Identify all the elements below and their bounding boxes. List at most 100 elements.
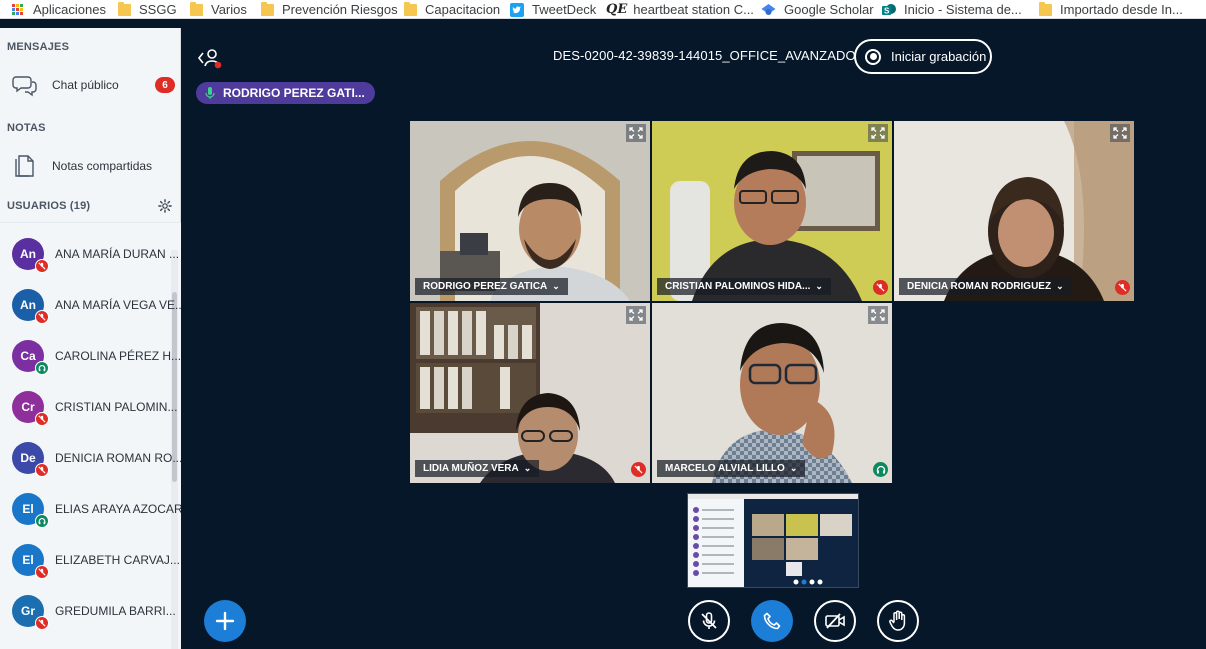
video-tile[interactable]: CRISTIAN PALOMINOS HIDA... ⌄ <box>652 121 892 301</box>
main-area: DES-0200-42-39839-144015_OFFICE_AVANZADO… <box>181 28 1206 649</box>
participant-name-text: LIDIA MUÑOZ VERA <box>423 463 519 474</box>
toggle-userlist-icon[interactable] <box>197 47 223 69</box>
participant-name-text: CRISTIAN PALOMINOS HIDA... <box>665 281 811 292</box>
user-list-item[interactable]: Cr CRISTIAN PALOMIN... <box>0 391 177 437</box>
users-section-title: USUARIOS (19) <box>7 200 91 212</box>
video-tile[interactable]: DENICIA ROMAN RODRIGUEZ ⌄ <box>894 121 1134 301</box>
raise-hand-icon <box>889 610 906 631</box>
participant-name[interactable]: RODRIGO PEREZ GATICA ⌄ <box>415 278 568 295</box>
camera-off-icon <box>825 613 845 629</box>
muted-mic-icon <box>35 463 49 477</box>
user-name: ANA MARÍA DURAN ... <box>55 247 180 261</box>
video-tile[interactable]: MARCELO ALVIAL LILLO ⌄ <box>652 303 892 483</box>
video-tile[interactable]: RODRIGO PEREZ GATICA ⌄ <box>410 121 650 301</box>
gear-icon[interactable] <box>158 199 172 213</box>
video-feed <box>652 303 892 483</box>
bookmark-capacitacion[interactable]: Capacitacion <box>404 0 500 19</box>
muted-mic-icon <box>35 412 49 426</box>
participant-name[interactable]: MARCELO ALVIAL LILLO ⌄ <box>657 460 806 477</box>
mute-button[interactable] <box>688 600 730 642</box>
record-label: Iniciar grabación <box>891 49 987 64</box>
scholar-icon <box>761 3 776 15</box>
shared-notes-item[interactable]: Notas compartidas <box>0 149 181 183</box>
bookmark-scholar[interactable]: Google Scholar <box>761 0 874 19</box>
headphones-icon <box>35 361 49 375</box>
participant-name[interactable]: DENICIA ROMAN RODRIGUEZ ⌄ <box>899 278 1072 295</box>
microphone-icon <box>205 87 215 99</box>
bookmark-apps[interactable]: Aplicaciones <box>12 0 106 19</box>
mic-muted-icon <box>701 612 717 629</box>
bookmark-ssgg[interactable]: SSGG <box>118 0 177 19</box>
bookmark-label: TweetDeck <box>532 2 597 17</box>
video-tile[interactable]: LIDIA MUÑOZ VERA ⌄ <box>410 303 650 483</box>
fullscreen-icon[interactable] <box>868 306 888 324</box>
screen-preview <box>688 494 858 587</box>
talking-indicator[interactable]: RODRIGO PEREZ GATI... <box>196 82 375 104</box>
bookmarks-bar: Aplicaciones SSGG Varios Prevención Ries… <box>0 0 1206 19</box>
participant-name[interactable]: CRISTIAN PALOMINOS HIDA... ⌄ <box>657 278 831 295</box>
user-list-item[interactable]: An ANA MARÍA DURAN ... <box>0 238 179 284</box>
chevron-down-icon: ⌄ <box>789 463 798 473</box>
user-list-item[interactable]: Ca CAROLINA PÉREZ H... <box>0 340 181 386</box>
bookmark-varios[interactable]: Varios <box>190 0 247 19</box>
fullscreen-icon[interactable] <box>626 124 646 142</box>
user-list-item[interactable]: An ANA MARÍA VEGA VE... <box>0 289 185 335</box>
phone-icon <box>763 612 781 630</box>
folder-icon <box>190 1 203 16</box>
bookmark-importado[interactable]: Importado desde In... <box>1039 0 1183 19</box>
talking-name: RODRIGO PEREZ GATI... <box>223 86 365 100</box>
raise-hand-button[interactable] <box>877 600 919 642</box>
unread-badge: 6 <box>155 77 175 93</box>
bookmark-label: Importado desde In... <box>1060 2 1183 17</box>
folder-icon <box>118 1 131 16</box>
fullscreen-icon[interactable] <box>1110 124 1130 142</box>
folder-icon <box>404 1 417 16</box>
user-name: GREDUMILA BARRI... <box>55 604 176 618</box>
muted-mic-icon <box>631 462 646 477</box>
audio-button[interactable] <box>751 600 793 642</box>
bookmark-prevencion[interactable]: Prevención Riesgos <box>261 0 398 19</box>
user-list-item[interactable]: Gr GREDUMILA BARRI... <box>0 595 176 641</box>
bookmark-label: Varios <box>211 2 247 17</box>
bookmark-sharepoint[interactable]: S Inicio - Sistema de... <box>882 0 1022 19</box>
participant-name[interactable]: LIDIA MUÑOZ VERA ⌄ <box>415 460 540 477</box>
record-button[interactable]: Iniciar grabación <box>854 39 992 74</box>
chevron-down-icon: ⌄ <box>815 281 823 291</box>
notes-icon <box>15 155 34 177</box>
folder-icon <box>261 1 274 16</box>
twitter-icon <box>510 2 524 17</box>
participant-name-text: MARCELO ALVIAL LILLO <box>665 463 785 474</box>
user-list-item[interactable]: De DENICIA ROMAN RO... <box>0 442 182 488</box>
user-name: ELIAS ARAYA AZOCAR <box>55 502 183 516</box>
participant-name-text: RODRIGO PEREZ GATICA <box>423 281 548 292</box>
add-actions-button[interactable] <box>204 600 246 642</box>
screen-share-thumbnail[interactable] <box>687 493 859 588</box>
participant-name-text: DENICIA ROMAN RODRIGUEZ <box>907 281 1052 292</box>
sharepoint-icon: S <box>882 3 896 15</box>
user-list-item[interactable]: El ELIZABETH CARVAJ... <box>0 544 180 590</box>
bookmark-heartbeat[interactable]: QE heartbeat station C... <box>606 0 754 19</box>
public-chat-item[interactable]: Chat público 6 <box>0 68 181 102</box>
bookmark-label: Google Scholar <box>784 2 874 17</box>
muted-mic-icon <box>873 280 888 295</box>
chat-bubbles-icon <box>12 76 37 97</box>
notes-section-title: NOTAS <box>7 122 46 134</box>
svg-text:S: S <box>884 6 890 15</box>
meeting-title: DES-0200-42-39839-144015_OFFICE_AVANZADO <box>553 48 856 63</box>
plus-icon <box>215 611 235 631</box>
muted-mic-icon <box>35 310 49 324</box>
headphones-icon <box>35 514 49 528</box>
user-name: DENICIA ROMAN RO... <box>55 451 183 465</box>
fullscreen-icon[interactable] <box>868 124 888 142</box>
camera-button[interactable] <box>814 600 856 642</box>
fullscreen-icon[interactable] <box>626 306 646 324</box>
bookmark-label: Inicio - Sistema de... <box>904 2 1022 17</box>
bookmark-tweetdeck[interactable]: TweetDeck <box>510 0 596 19</box>
video-feed <box>410 303 650 483</box>
muted-mic-icon <box>1115 280 1130 295</box>
shared-notes-label: Notas compartidas <box>52 159 153 173</box>
bookmark-label: Prevención Riesgos <box>282 2 398 17</box>
user-name: ANA MARÍA VEGA VE... <box>55 298 186 312</box>
user-list-item[interactable]: El ELIAS ARAYA AZOCAR <box>0 493 183 539</box>
chevron-down-icon: ⌄ <box>552 281 560 291</box>
